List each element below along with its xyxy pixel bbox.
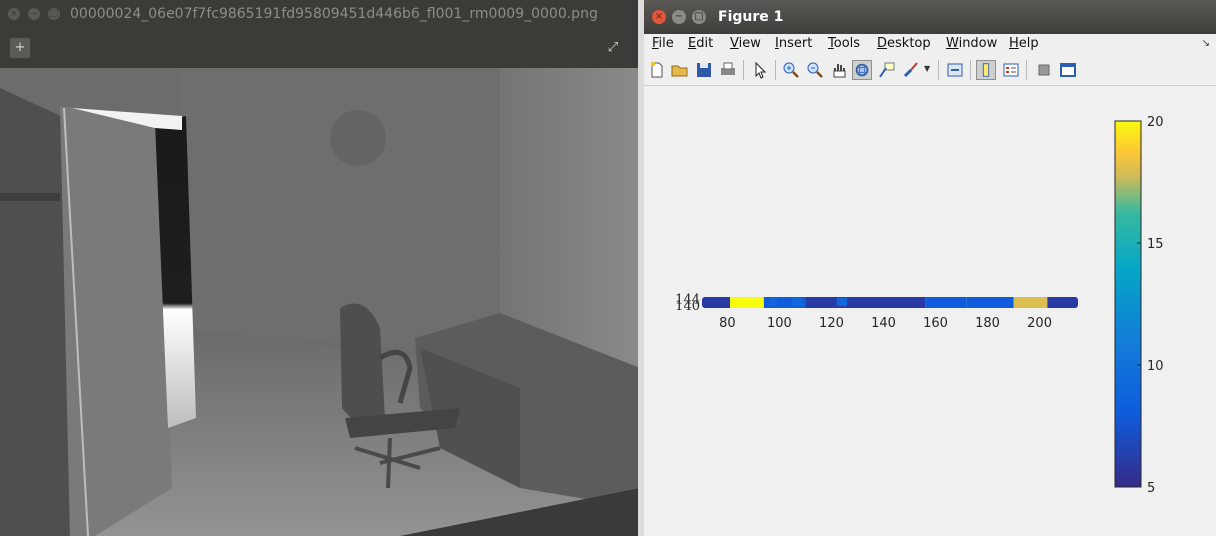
figure-window: × − □ Figure 1 File Edit View Insert Too…	[644, 0, 1216, 536]
x-tick-label: 160	[923, 316, 948, 331]
y-ticks: 140144	[675, 292, 700, 314]
heatmap-bar	[702, 297, 1078, 308]
menu-label: esktop	[887, 36, 931, 51]
menu-accel: H	[1009, 36, 1019, 51]
menu-edit[interactable]: Edit	[688, 36, 713, 51]
x-tick-label: 120	[819, 316, 844, 331]
maximize-icon[interactable]: □	[48, 8, 60, 20]
menu-file[interactable]: File	[652, 36, 674, 51]
y-tick-label: 144	[675, 292, 700, 307]
x-tick-label: 80	[719, 316, 736, 331]
heatmap-cell	[792, 298, 803, 306]
menu-label: dit	[696, 36, 714, 51]
menu-tools[interactable]: Tools	[828, 36, 860, 51]
menu-label: iew	[738, 36, 761, 51]
colorbar: 5 10 15 20	[1114, 115, 1164, 496]
figure-titlebar: × − □ Figure 1	[644, 0, 1216, 34]
heatmap-cell	[836, 298, 848, 306]
x-tick-label: 140	[871, 316, 896, 331]
heatmap-cell	[925, 297, 967, 308]
menu-label: indow	[958, 36, 998, 51]
heatmap-cell	[730, 297, 764, 308]
menu-label: nsert	[778, 36, 813, 51]
viewer-toolbar: + ⤢	[0, 30, 640, 68]
toolbar-separator	[775, 60, 776, 80]
menu-help[interactable]: Help	[1009, 36, 1039, 51]
toolbar-separator	[970, 60, 971, 80]
colorbar-gradient	[1114, 120, 1142, 488]
x-tick-label: 200	[1027, 316, 1052, 331]
figure-title: Figure 1	[718, 9, 784, 25]
x-tick-label: 100	[767, 316, 792, 331]
viewer-titlebar: × − □ 00000024_06e07f7fc9865191fd9580945…	[0, 0, 640, 30]
heatmap-cell	[1047, 297, 1076, 308]
rotate-3d-icon[interactable]	[852, 60, 872, 80]
minimize-icon[interactable]: −	[28, 8, 40, 20]
menu-desktop[interactable]: Desktop	[877, 36, 931, 51]
chevron-down-icon[interactable]: ▼	[924, 64, 930, 73]
hide-plot-tools-icon[interactable]	[1034, 60, 1054, 80]
menu-accel: E	[688, 36, 697, 51]
viewer-title: 00000024_06e07f7fc9865191fd95809451d446b…	[70, 6, 598, 22]
close-icon[interactable]: ×	[652, 10, 666, 24]
maximize-icon[interactable]: □	[692, 10, 706, 24]
menu-label: ools	[833, 36, 861, 51]
zoom-out-icon[interactable]	[805, 60, 825, 80]
colorbar-tick-label: 5	[1147, 481, 1155, 496]
toolbar-separator	[938, 60, 939, 80]
image-viewer-window: × − □ 00000024_06e07f7fc9865191fd9580945…	[0, 0, 640, 536]
print-icon[interactable]	[718, 60, 738, 80]
menu-accel: W	[946, 36, 959, 51]
pan-icon[interactable]	[829, 60, 849, 80]
menubar: File Edit View Insert Tools Desktop Wind…	[644, 34, 1216, 56]
menu-label: ile	[658, 36, 674, 51]
zoom-in-icon[interactable]	[781, 60, 801, 80]
close-icon[interactable]: ×	[8, 8, 20, 20]
figure-toolbar: ▼	[644, 56, 1216, 86]
colorbar-tick-label: 15	[1147, 237, 1164, 252]
toolbar-separator	[743, 60, 744, 80]
menu-accel: D	[877, 36, 888, 51]
heatmap-cap	[702, 297, 708, 308]
expand-icon[interactable]: ⤢	[602, 38, 624, 58]
heatmap-cell	[966, 297, 1014, 308]
heatmap-cell	[1013, 297, 1048, 308]
legend-icon[interactable]	[1001, 60, 1021, 80]
menu-label: elp	[1018, 36, 1039, 51]
axes-area: 80 100 120 140 160 180 200 140 144 5 10 15 20	[644, 86, 1216, 536]
open-file-icon[interactable]	[670, 60, 690, 80]
show-plot-tools-icon[interactable]	[1058, 60, 1078, 80]
undock-icon[interactable]: ↘	[1202, 38, 1210, 49]
new-figure-icon[interactable]	[647, 60, 667, 80]
menu-view[interactable]: View	[730, 36, 761, 51]
x-tick-label: 180	[975, 316, 1000, 331]
colorbar-tick-label: 10	[1147, 359, 1164, 374]
toolbar-separator	[1026, 60, 1027, 80]
menu-insert[interactable]: Insert	[775, 36, 812, 51]
heatmap-cap	[1072, 297, 1078, 308]
heatmap-cell	[769, 298, 777, 306]
data-cursor-icon[interactable]	[877, 60, 897, 80]
edit-plot-icon[interactable]	[750, 60, 770, 80]
depth-image	[0, 68, 640, 536]
menu-window[interactable]: Window	[946, 36, 997, 51]
plus-icon[interactable]: +	[10, 38, 30, 58]
heatmap-cell	[844, 297, 926, 308]
brush-icon[interactable]	[901, 60, 921, 80]
menu-accel: V	[730, 36, 739, 51]
minimize-icon[interactable]: −	[672, 10, 686, 24]
link-plot-icon[interactable]	[945, 60, 965, 80]
save-icon[interactable]	[694, 60, 714, 80]
colorbar-tick-label: 20	[1147, 115, 1164, 130]
heatmap-plot: 80 100 120 140 160 180 200 140144 5 10 15 20	[675, 115, 1164, 496]
depth-image-drawing	[0, 68, 640, 536]
colorbar-icon[interactable]	[976, 60, 996, 80]
x-ticks: 80 100 120 140 160 180 200	[719, 316, 1052, 331]
